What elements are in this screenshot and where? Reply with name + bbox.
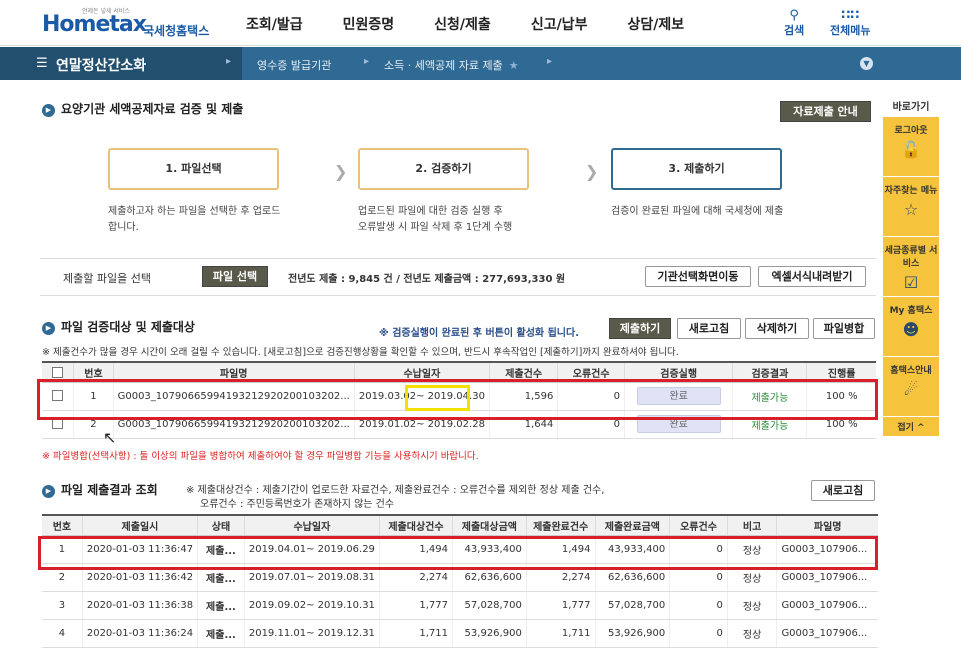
quick-menu: 바로가기 로그아웃 🔓 자주찾는 메뉴 ☆ 세금종류별 서비스 ☑ My 홈택스 ☻ 홈… bbox=[883, 98, 939, 436]
activation-hint: ※ 검증실행이 완료된 후 버튼이 활성화 됩니다. bbox=[379, 328, 580, 339]
user-icon: ☻ bbox=[902, 320, 920, 339]
section-title: ▶ 요양기관 세액공제자료 검증 및 제출 bbox=[42, 100, 243, 117]
cell-done-amount: 53,926,900 bbox=[594, 619, 670, 648]
hamburger-icon: ☰ bbox=[36, 56, 48, 71]
cell-target-amount: 57,028,700 bbox=[451, 591, 527, 620]
cell-datetime: 2020-01-03 11:36:38 bbox=[81, 591, 198, 620]
sub-nav: ☰ 연말정산간소화 ▸ 영수증 발급기관 ▸ 소득 · 세액공제 자료 제출 ★ … bbox=[0, 47, 961, 80]
file-select-button[interactable]: 파일 선택 bbox=[202, 266, 268, 287]
result-desc: ※ 제출대상건수 : 제출기간이 업로드한 자료건수, 제출완료건수 : 오류건… bbox=[186, 485, 605, 496]
guide-icon: ☄ bbox=[903, 380, 919, 399]
highlight-box bbox=[38, 536, 878, 570]
cell-period: 2019.09.02~ 2019.10.31 bbox=[243, 591, 380, 620]
refresh-button[interactable]: 새로고침 bbox=[677, 318, 741, 339]
step-2: 2. 검증하기 bbox=[358, 148, 529, 190]
file-select-label: 제출할 파일을 선택 bbox=[63, 272, 151, 285]
bullet-icon: ▶ bbox=[42, 322, 55, 335]
table-row: 3 2020-01-03 11:36:38 제출... 2019.09.02~ 201… bbox=[42, 591, 878, 620]
search-icon: ⚲ bbox=[789, 8, 799, 23]
logo-text: Hometax bbox=[42, 12, 147, 37]
section-title: ▶ 파일 검증대상 및 제출대상 bbox=[42, 318, 195, 335]
cell-status: 제출... bbox=[197, 591, 245, 620]
table-header: 번호 제출일시 상태 수납일자 제출대상건수 제출대상금액 제출완료건수 제출완… bbox=[42, 514, 878, 536]
cell-datetime: 2020-01-03 11:36:24 bbox=[81, 619, 198, 648]
step-1: 1. 파일선택 bbox=[108, 148, 279, 190]
merge-note: ※ 파일병합(선택사항) : 둘 이상의 파일을 병합하여 제출하여야 할 경우… bbox=[42, 451, 479, 462]
quick-favorites[interactable]: 자주찾는 메뉴 ☆ bbox=[883, 177, 939, 237]
cell-target-amount: 53,926,900 bbox=[451, 619, 527, 648]
step-1-desc: 제출하고자 하는 파일을 선택한 후 업로드 합니다. bbox=[108, 206, 281, 233]
nav-item[interactable]: 신청/제출 bbox=[434, 14, 491, 34]
table-row: 4 2020-01-03 11:36:24 제출... 2019.11.01~ 201… bbox=[42, 619, 878, 648]
cell-period: 2019.11.01~ 2019.12.31 bbox=[243, 619, 380, 648]
bullet-icon: ▶ bbox=[42, 104, 55, 117]
grid-icon: ∷∷ bbox=[841, 8, 860, 23]
submit-button[interactable]: 제출하기 bbox=[609, 318, 671, 339]
cell-status: 제출... bbox=[197, 619, 245, 648]
cell-file[interactable]: G0003_107906... bbox=[776, 619, 878, 648]
warning-text: ※ 제출건수가 많을 경우 시간이 오래 걸릴 수 있습니다. [새로고침]으로… bbox=[42, 347, 679, 358]
lock-icon: 🔓 bbox=[901, 140, 921, 159]
cell-no: 4 bbox=[42, 619, 83, 648]
cell-done-count: 1,777 bbox=[525, 591, 596, 620]
chevron-icon: ▸ bbox=[547, 56, 553, 67]
cell-target-count: 1,777 bbox=[378, 591, 453, 620]
step-2-desc: 업로드된 파일에 대한 검증 실행 후 오류발생 시 파일 삭제 후 1단계 수행 bbox=[358, 206, 513, 233]
prev-year-summary: 전년도 제출 : 9,845 건 / 전년도 제출금액 : 277,693,33… bbox=[288, 274, 566, 285]
bullet-icon: ▶ bbox=[42, 485, 55, 498]
nav-item[interactable]: 신고/납부 bbox=[531, 14, 588, 34]
mouse-cursor-icon: ↖ bbox=[103, 428, 117, 447]
quick-close-button[interactable]: 접기 ^ bbox=[883, 417, 939, 436]
checkbox-icon: ☑ bbox=[903, 273, 919, 292]
arrow-right-icon: ❯ bbox=[334, 162, 348, 181]
quick-menu-title: 바로가기 bbox=[892, 102, 930, 113]
cell-done-amount: 57,028,700 bbox=[594, 591, 670, 620]
arrow-right-icon: ❯ bbox=[585, 162, 599, 181]
chevron-down-icon[interactable]: ▼ bbox=[860, 57, 873, 70]
nav-item[interactable]: 민원증명 bbox=[343, 14, 395, 34]
cell-done-count: 1,711 bbox=[525, 619, 596, 648]
cell-remark: 정상 bbox=[726, 619, 777, 648]
highlight-box bbox=[405, 385, 470, 411]
guide-button[interactable]: 자료제출 안내 bbox=[780, 101, 871, 122]
merge-button[interactable]: 파일병합 bbox=[813, 318, 875, 339]
search-button[interactable]: ⚲ 검색 bbox=[784, 8, 804, 38]
step-3-desc: 검증이 완료된 파일에 대해 국세청에 제출 bbox=[611, 206, 784, 217]
section-title: ▶ 파일 제출결과 조회 bbox=[42, 481, 158, 498]
cell-errors: 0 bbox=[669, 591, 728, 620]
result-refresh-button[interactable]: 새로고침 bbox=[811, 480, 875, 501]
logo-subtitle: 국세청홈택스 bbox=[143, 24, 210, 38]
star-icon: ☆ bbox=[903, 200, 919, 219]
cell-file[interactable]: G0003_107906... bbox=[776, 591, 878, 620]
cell-no: 3 bbox=[42, 591, 83, 620]
cell-target-count: 1,711 bbox=[378, 619, 453, 648]
main-nav: 조회/발급 민원증명 신청/제출 신고/납부 상담/제보 bbox=[246, 14, 724, 34]
cell-errors: 0 bbox=[669, 619, 728, 648]
breadcrumb-item[interactable]: 영수증 발급기관 bbox=[257, 57, 331, 73]
cell-remark: 정상 bbox=[726, 591, 777, 620]
result-desc: 오류건수 : 주민등록번호가 존재하지 않는 건수 bbox=[200, 499, 395, 510]
nav-item[interactable]: 상담/제보 bbox=[627, 14, 684, 34]
nav-item[interactable]: 조회/발급 bbox=[246, 14, 303, 34]
step-3: 3. 제출하기 bbox=[611, 148, 782, 190]
quick-logout[interactable]: 로그아웃 🔓 bbox=[883, 117, 939, 177]
star-icon[interactable]: ★ bbox=[509, 59, 519, 72]
chevron-icon: ▸ bbox=[226, 56, 232, 67]
top-header: 언제든 넣세 서비스 Hometax 국세청홈택스 조회/발급 민원증명 신청/… bbox=[0, 0, 961, 46]
quick-guide[interactable]: 홈택스안내 ☄ bbox=[883, 357, 939, 417]
delete-button[interactable]: 삭제하기 bbox=[745, 318, 809, 339]
breadcrumb-item[interactable]: 소득 · 세액공제 자료 제출 ★ bbox=[384, 57, 519, 73]
quick-my-hometax[interactable]: My 홈택스 ☻ bbox=[883, 297, 939, 357]
quick-tax-service[interactable]: 세금종류별 서비스 ☑ bbox=[883, 237, 939, 297]
all-menu-button[interactable]: ∷∷ 전체메뉴 bbox=[830, 8, 870, 38]
chevron-icon: ▸ bbox=[364, 56, 370, 67]
result-table: 번호 제출일시 상태 수납일자 제출대상건수 제출대상금액 제출완료건수 제출완… bbox=[42, 514, 878, 648]
org-select-button[interactable]: 기관선택화면이동 bbox=[645, 266, 751, 287]
menu-dropdown[interactable]: ☰ 연말정산간소화 bbox=[0, 47, 242, 80]
excel-download-button[interactable]: 엑셀서식내려받기 bbox=[758, 266, 866, 287]
